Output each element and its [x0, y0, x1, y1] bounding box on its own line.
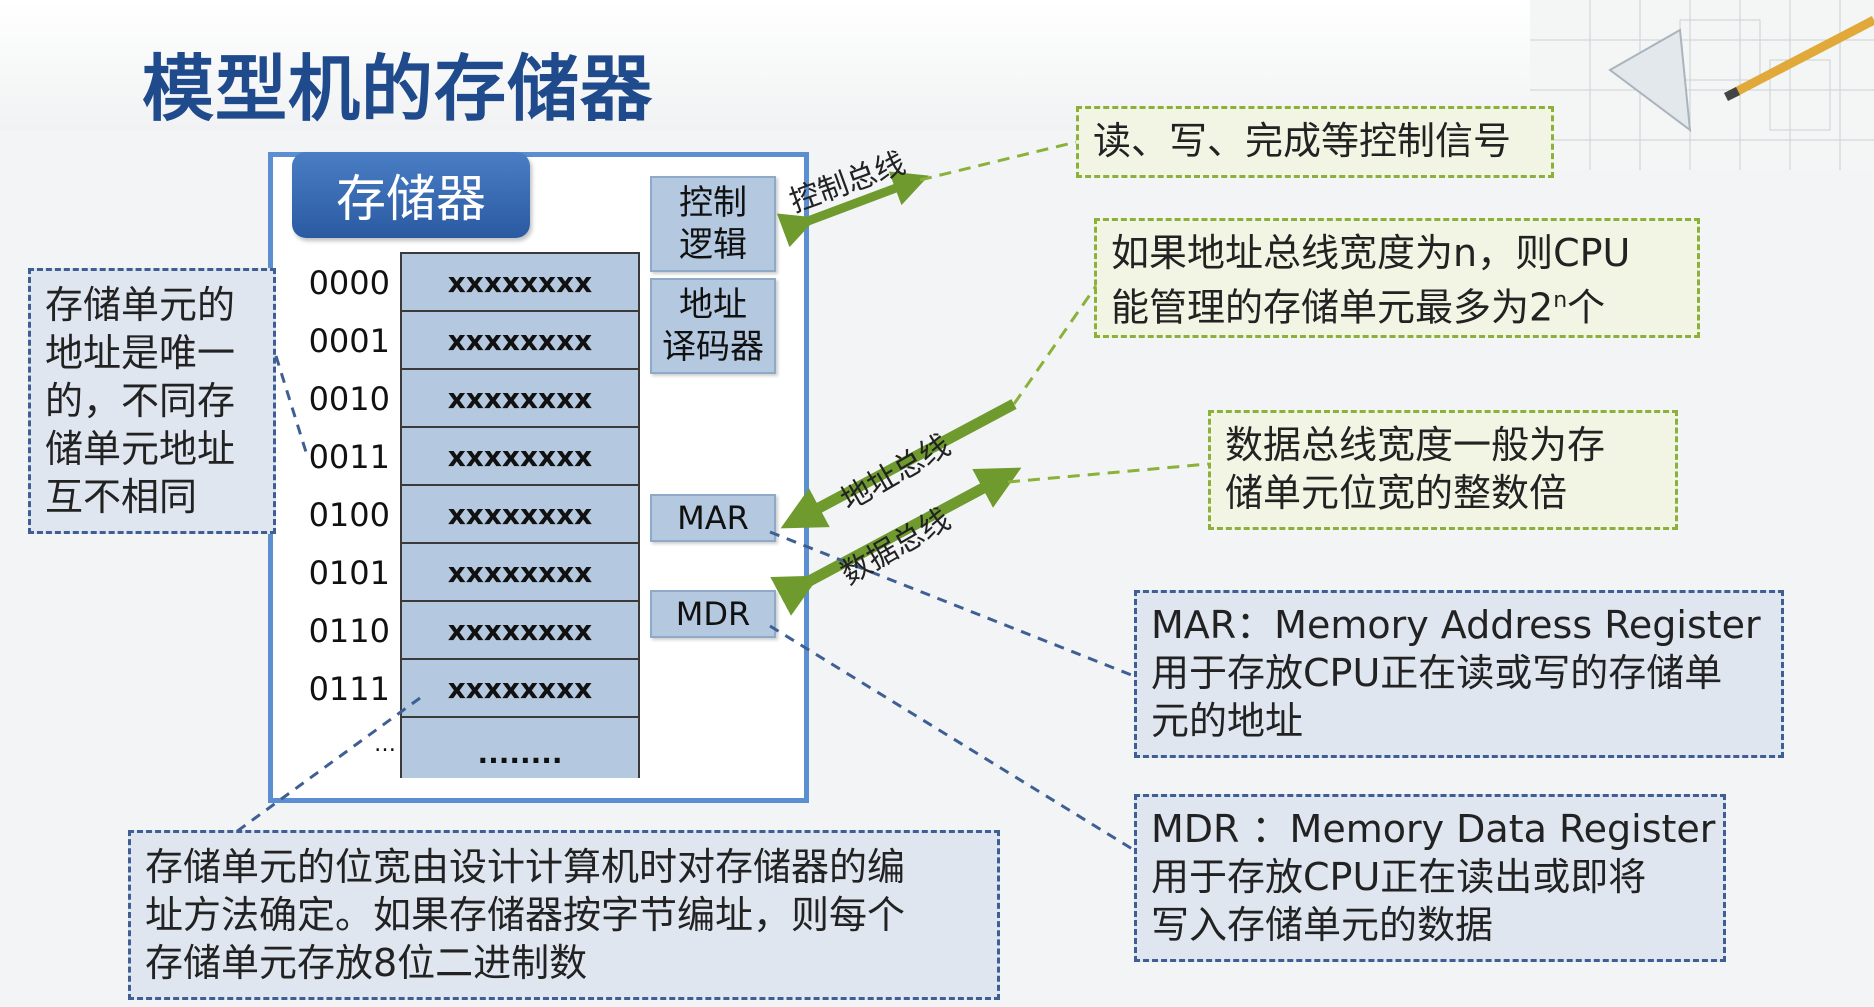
blue-connectors: [235, 355, 1135, 852]
